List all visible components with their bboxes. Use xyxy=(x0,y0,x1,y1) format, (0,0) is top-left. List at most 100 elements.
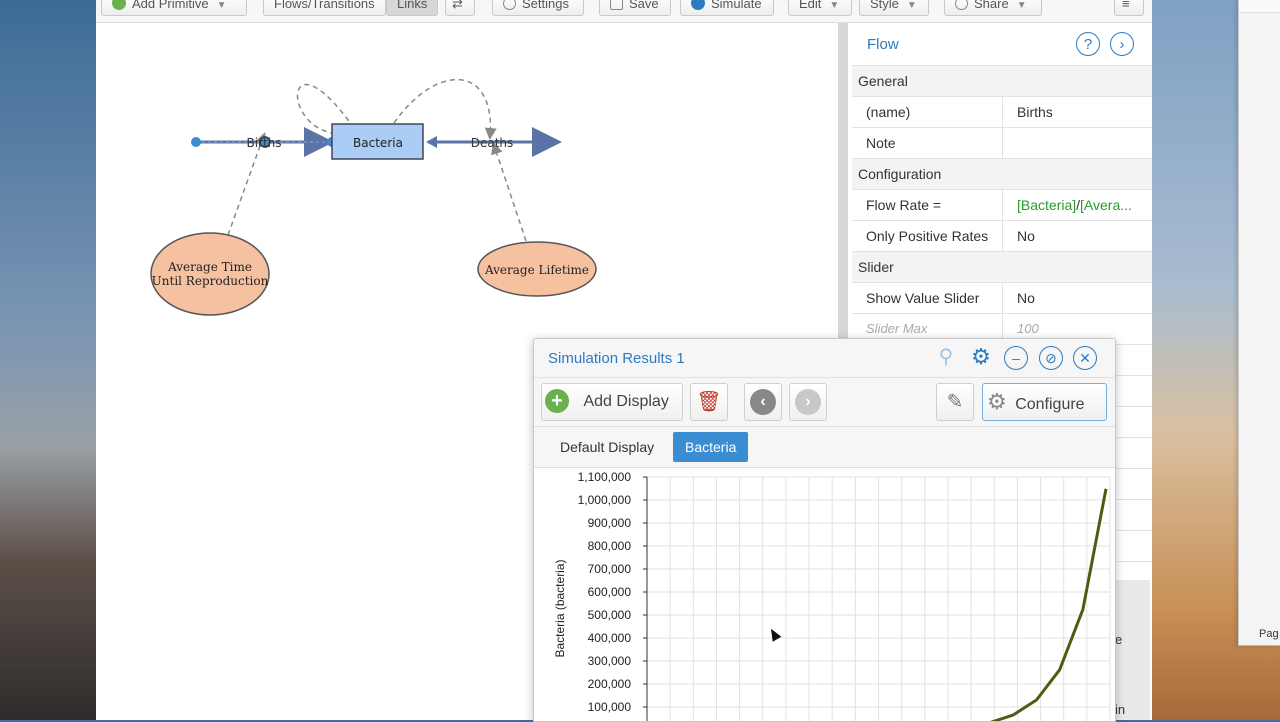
play-icon xyxy=(691,0,705,10)
hamburger-icon: ≡ xyxy=(1122,0,1130,11)
close-icon[interactable]: ✕ xyxy=(1073,346,1097,370)
save-label: Save xyxy=(629,0,659,11)
variable-avglifetime-label: Average Lifetime xyxy=(484,263,589,277)
swap-icon: ⇄ xyxy=(452,0,463,11)
hidden-panel-stub: e in xyxy=(1115,580,1150,720)
chart-y-tick-label: 1,100,000 xyxy=(578,470,632,484)
links-label: Links xyxy=(397,0,428,11)
flow-rate-ref-b: [Avera... xyxy=(1080,197,1132,213)
chart-y-tick-label: 800,000 xyxy=(588,539,632,553)
desktop-background-left xyxy=(0,0,96,720)
link-avglifetime-deaths[interactable] xyxy=(491,142,527,242)
chart-y-tick-label: 400,000 xyxy=(588,631,632,645)
flow-births-label[interactable]: Births xyxy=(246,136,281,150)
style-label: Style xyxy=(870,0,899,11)
add-primitive-label: Add Primitive xyxy=(132,0,209,11)
chevron-down-icon: ▼ xyxy=(906,0,917,11)
sim-titlebar[interactable]: Simulation Results 1 ⚲ ⚙ – ⊘ ✕ xyxy=(534,339,1115,378)
clock-icon xyxy=(503,0,516,10)
link-avgtime-births[interactable] xyxy=(227,132,267,236)
share-menu-button[interactable]: Share ▼ xyxy=(944,0,1042,16)
variable-avgtime-label-1: Average Time xyxy=(167,260,252,274)
simulation-results-window: Simulation Results 1 ⚲ ⚙ – ⊘ ✕ + Add Dis… xyxy=(533,338,1116,722)
gear-icon: ⚙ xyxy=(987,389,1007,414)
section-slider: Slider xyxy=(852,252,1152,283)
chart-y-tick-label: 500,000 xyxy=(588,608,632,622)
flow-deaths-label[interactable]: Deaths xyxy=(471,136,514,150)
flow-handle-start[interactable] xyxy=(191,137,201,147)
pin-icon[interactable]: ⚲ xyxy=(934,346,958,370)
section-general: General xyxy=(852,66,1152,97)
properties-header: Flow ? › xyxy=(852,23,1152,66)
property-row-flow-rate[interactable]: Flow Rate = [Bacteria]/[Avera... xyxy=(852,190,1152,221)
tab-default-display[interactable]: Default Display xyxy=(548,432,666,462)
chart-y-tick-label: 300,000 xyxy=(588,654,632,668)
chevron-down-icon: ▼ xyxy=(829,0,840,11)
property-value[interactable]: [Bacteria]/[Avera... xyxy=(1002,190,1153,220)
chevron-right-icon[interactable]: › xyxy=(1110,32,1134,56)
edit-display-button[interactable]: ✎ xyxy=(936,383,974,421)
chart-y-tick-label: 700,000 xyxy=(588,562,632,576)
chart-y-tick-label: 200,000 xyxy=(588,677,632,691)
share-label: Share xyxy=(974,0,1009,11)
variable-avgtime-label-2: Until Reproduction xyxy=(152,274,269,288)
help-icon[interactable]: ? xyxy=(1076,32,1100,56)
property-row-note[interactable]: Note xyxy=(852,128,1152,159)
property-value[interactable] xyxy=(1002,128,1153,158)
previous-display-button[interactable]: ‹ xyxy=(744,383,782,421)
flow-deaths-tail-arrow xyxy=(426,136,437,148)
gear-icon[interactable]: ⚙ xyxy=(969,346,993,370)
edit-label: Edit xyxy=(799,0,822,11)
links-button[interactable]: Links xyxy=(386,0,438,16)
swap-button[interactable]: ⇄ xyxy=(445,0,475,16)
minimize-icon[interactable]: – xyxy=(1004,346,1028,370)
section-configuration: Configuration xyxy=(852,159,1152,190)
plus-icon xyxy=(112,0,126,10)
property-key: Note xyxy=(866,135,896,151)
add-display-button[interactable]: + Add Display xyxy=(541,383,683,421)
property-key: Flow Rate = xyxy=(866,197,942,213)
settings-label: Settings xyxy=(522,0,569,11)
property-key: Show Value Slider xyxy=(866,290,980,306)
style-menu-button[interactable]: Style ▼ xyxy=(859,0,929,16)
flows-transitions-button[interactable]: Flows/Transitions xyxy=(263,0,386,16)
property-value[interactable]: Births xyxy=(1002,97,1153,127)
properties-title: Flow xyxy=(867,36,899,53)
chevron-left-icon: ‹ xyxy=(750,389,776,415)
property-row-name[interactable]: (name) Births xyxy=(852,97,1152,128)
tab-bacteria[interactable]: Bacteria xyxy=(673,432,749,462)
simulate-button[interactable]: Simulate xyxy=(680,0,774,16)
chevron-down-icon: ▼ xyxy=(216,0,227,11)
chart-y-axis-label: Bacteria (bacteria) xyxy=(553,559,567,657)
property-key: Only Positive Rates xyxy=(866,228,989,244)
chart-y-tick-label: 100,000 xyxy=(588,700,632,714)
stub-text-1: e xyxy=(1115,632,1123,647)
chevron-down-icon: ▼ xyxy=(1016,0,1027,11)
plus-icon: + xyxy=(545,388,569,413)
delete-display-button[interactable]: 🗑 xyxy=(690,383,728,421)
maximize-icon[interactable]: ⊘ xyxy=(1039,346,1063,370)
hamburger-menu-button[interactable]: ≡ xyxy=(1114,0,1144,16)
edit-menu-button[interactable]: Edit ▼ xyxy=(788,0,852,16)
property-value[interactable]: No xyxy=(1002,283,1153,313)
stub-text-2: in xyxy=(1115,702,1126,717)
sim-title: Simulation Results 1 xyxy=(548,350,685,367)
property-row-only-positive-rates[interactable]: Only Positive Rates No xyxy=(852,221,1152,252)
chevron-right-icon: › xyxy=(795,389,821,415)
property-key: (name) xyxy=(866,104,911,120)
property-row-show-value-slider[interactable]: Show Value Slider No xyxy=(852,283,1152,314)
property-value[interactable]: No xyxy=(1002,221,1153,251)
add-primitive-button[interactable]: Add Primitive ▼ xyxy=(101,0,247,16)
chart-y-tick-label: 900,000 xyxy=(588,516,632,530)
save-button[interactable]: Save xyxy=(599,0,671,16)
trash-icon: 🗑 xyxy=(696,391,722,413)
main-toolbar: Add Primitive ▼ Flows/Transitions Links ⇄… xyxy=(96,0,1152,23)
sim-toolbar: + Add Display 🗑 ‹ › ✎ ⚙ Configure xyxy=(534,378,1115,427)
settings-button[interactable]: Settings xyxy=(492,0,584,16)
simulate-label: Simulate xyxy=(711,0,762,11)
flow-rate-ref-a: [Bacteria] xyxy=(1017,197,1077,213)
next-display-button[interactable]: › xyxy=(789,383,827,421)
configure-button[interactable]: ⚙ Configure xyxy=(982,383,1107,421)
save-icon xyxy=(610,0,623,10)
background-window-toolbar xyxy=(1239,0,1280,13)
